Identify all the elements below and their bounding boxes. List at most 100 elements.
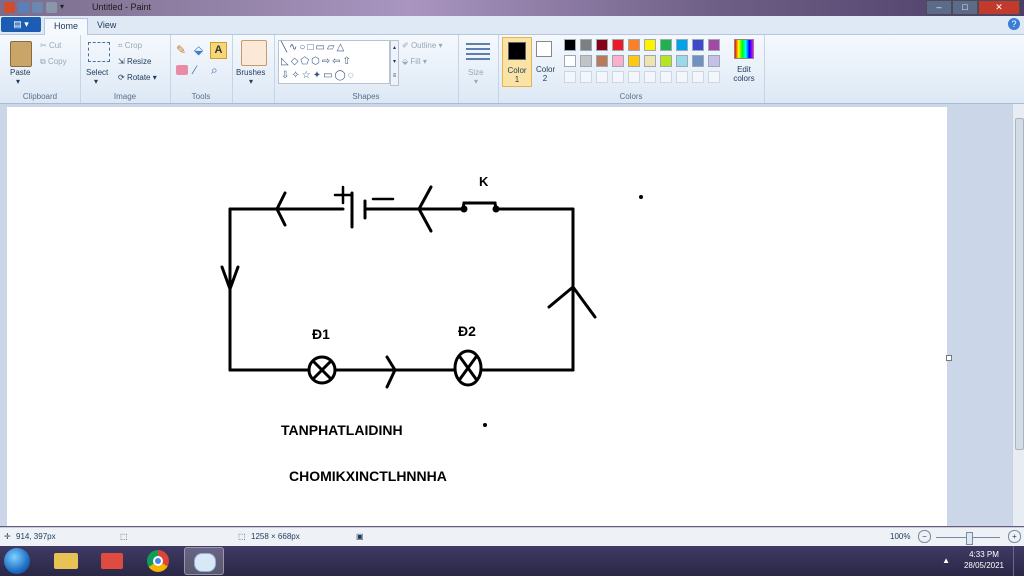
select-button[interactable]: Select bbox=[86, 68, 108, 77]
palette-swatch[interactable] bbox=[612, 39, 624, 51]
palette-custom-slot[interactable] bbox=[708, 71, 720, 83]
taskbar-chrome[interactable] bbox=[138, 547, 178, 575]
tab-home[interactable]: Home bbox=[44, 18, 89, 35]
zoom-slider-thumb[interactable] bbox=[966, 532, 973, 545]
palette-swatch[interactable] bbox=[644, 39, 656, 51]
palette-swatch[interactable] bbox=[660, 39, 672, 51]
size-icon[interactable] bbox=[466, 43, 490, 63]
help-icon[interactable]: ? bbox=[1008, 18, 1020, 30]
save-icon[interactable] bbox=[18, 2, 29, 13]
palette-custom-slot[interactable] bbox=[596, 71, 608, 83]
palette-custom-slot[interactable] bbox=[644, 71, 656, 83]
palette-swatch[interactable] bbox=[564, 39, 576, 51]
size-button[interactable]: Size bbox=[468, 68, 484, 77]
switch-label: K bbox=[479, 174, 489, 189]
maximize-button[interactable]: □ bbox=[952, 0, 978, 15]
undo-icon[interactable] bbox=[32, 2, 43, 13]
circuit-diagram bbox=[220, 185, 597, 389]
canvas-size-icon: ⬚ bbox=[238, 532, 246, 541]
show-desktop-button[interactable] bbox=[1013, 546, 1024, 576]
brushes-button[interactable]: Brushes bbox=[236, 68, 265, 77]
palette-swatch[interactable] bbox=[628, 39, 640, 51]
palette-custom-slot[interactable] bbox=[676, 71, 688, 83]
palette-custom-slot[interactable] bbox=[612, 71, 624, 83]
minimize-button[interactable]: – bbox=[926, 0, 952, 15]
taskbar-paint[interactable] bbox=[184, 547, 224, 575]
quick-access-toolbar: ▾ bbox=[4, 2, 71, 13]
palette-swatch[interactable] bbox=[692, 55, 704, 67]
palette-swatch[interactable] bbox=[676, 39, 688, 51]
brushes-dropdown-icon[interactable]: ▾ bbox=[249, 77, 253, 86]
resize-button[interactable]: ⇲ Resize bbox=[118, 57, 151, 66]
color2-selector[interactable] bbox=[536, 41, 552, 57]
zoom-out-button[interactable]: − bbox=[918, 530, 931, 543]
paint-icon bbox=[194, 553, 216, 572]
palette-custom-slot[interactable] bbox=[628, 71, 640, 83]
vertical-scrollbar[interactable] bbox=[1012, 104, 1024, 526]
fill-bucket-icon[interactable]: ⬙ bbox=[194, 43, 208, 57]
palette-custom-slot[interactable] bbox=[580, 71, 592, 83]
paint-app-icon[interactable] bbox=[4, 2, 15, 13]
paste-icon[interactable] bbox=[10, 41, 32, 67]
canvas-size: 1258 × 668px bbox=[251, 532, 300, 541]
brushes-icon[interactable] bbox=[241, 40, 267, 66]
clipboard-group-label: Clipboard bbox=[22, 92, 58, 101]
edit-colors-icon[interactable] bbox=[734, 39, 754, 59]
clock-time: 4:33 PM bbox=[969, 550, 999, 559]
canvas-text-2: CHOMIKXINCTLHNNHA bbox=[289, 468, 447, 484]
palette-swatch[interactable] bbox=[580, 39, 592, 51]
crop-button[interactable]: ⌗ Crop bbox=[118, 41, 142, 51]
select-dropdown-icon[interactable]: ▾ bbox=[94, 77, 98, 86]
edit-colors-button[interactable]: Edit colors bbox=[728, 65, 760, 83]
palette-swatch[interactable] bbox=[612, 55, 624, 67]
canvas-resize-handle[interactable] bbox=[946, 355, 952, 361]
palette-swatch[interactable] bbox=[708, 39, 720, 51]
color1-selector[interactable]: Color 1 bbox=[502, 37, 532, 87]
palette-swatch[interactable] bbox=[580, 55, 592, 67]
close-button[interactable]: ✕ bbox=[978, 0, 1020, 15]
select-icon[interactable] bbox=[88, 42, 110, 62]
shapes-group-label: Shapes bbox=[352, 92, 380, 101]
palette-swatch[interactable] bbox=[676, 55, 688, 67]
copy-button[interactable]: ⧉ Copy bbox=[40, 57, 67, 67]
shapes-scroll-icon[interactable]: ▴ ▾ ≡ bbox=[390, 40, 399, 86]
switch-contact-left bbox=[460, 205, 468, 213]
text-tool-icon[interactable]: A bbox=[210, 42, 227, 59]
palette-swatch[interactable] bbox=[596, 39, 608, 51]
zoom-in-button[interactable]: + bbox=[1008, 530, 1021, 543]
rotate-button[interactable]: ⟳ Rotate ▾ bbox=[118, 73, 157, 82]
palette-swatch[interactable] bbox=[660, 55, 672, 67]
drawing-canvas[interactable]: K Đ1 Đ2 TANPHATLAIDINH CHOMIKXINCTLHNNHA bbox=[7, 107, 947, 526]
magnifier-icon[interactable]: ⌕ bbox=[211, 63, 225, 77]
customize-qat-icon[interactable]: ▾ bbox=[60, 2, 71, 13]
palette-swatch[interactable] bbox=[708, 55, 720, 67]
fill-button[interactable]: ⬙ Fill ▾ bbox=[402, 57, 427, 66]
paint-menu-button[interactable]: ▤ ▾ bbox=[1, 17, 41, 32]
palette-custom-slot[interactable] bbox=[692, 71, 704, 83]
zoom-level: 100% bbox=[890, 532, 911, 541]
palette-swatch[interactable] bbox=[692, 39, 704, 51]
tray-show-hidden-icon[interactable]: ▲ bbox=[942, 556, 950, 565]
system-clock[interactable]: 4:33 PM 28/05/2021 bbox=[964, 549, 1004, 571]
palette-swatch[interactable] bbox=[596, 55, 608, 67]
color-picker-icon[interactable]: ⁄ bbox=[194, 63, 208, 77]
taskbar-app[interactable] bbox=[92, 547, 132, 575]
palette-swatch[interactable] bbox=[644, 55, 656, 67]
size-dropdown-icon[interactable]: ▾ bbox=[474, 77, 478, 86]
palette-custom-slot[interactable] bbox=[660, 71, 672, 83]
pencil-icon[interactable]: ✎ bbox=[176, 43, 190, 57]
paste-dropdown-icon[interactable]: ▾ bbox=[16, 77, 20, 86]
start-button[interactable] bbox=[4, 548, 30, 574]
tab-view[interactable]: View bbox=[88, 18, 125, 34]
taskbar-explorer[interactable] bbox=[46, 547, 86, 575]
palette-swatch[interactable] bbox=[628, 55, 640, 67]
cut-button[interactable]: ✂ Cut bbox=[40, 41, 61, 50]
palette-custom-slot[interactable] bbox=[564, 71, 576, 83]
shapes-gallery[interactable]: ╲∿○□▭▱△ ◺◇⬠⬡⇨⇦⇧ ⇩✧☆✦▭◯◌ bbox=[278, 40, 390, 84]
outline-button[interactable]: ✐ Outline ▾ bbox=[402, 41, 443, 50]
paste-button[interactable]: Paste bbox=[10, 68, 30, 77]
scrollbar-thumb[interactable] bbox=[1015, 118, 1024, 450]
eraser-icon[interactable] bbox=[176, 65, 188, 75]
redo-icon[interactable] bbox=[46, 2, 57, 13]
palette-swatch[interactable] bbox=[564, 55, 576, 67]
